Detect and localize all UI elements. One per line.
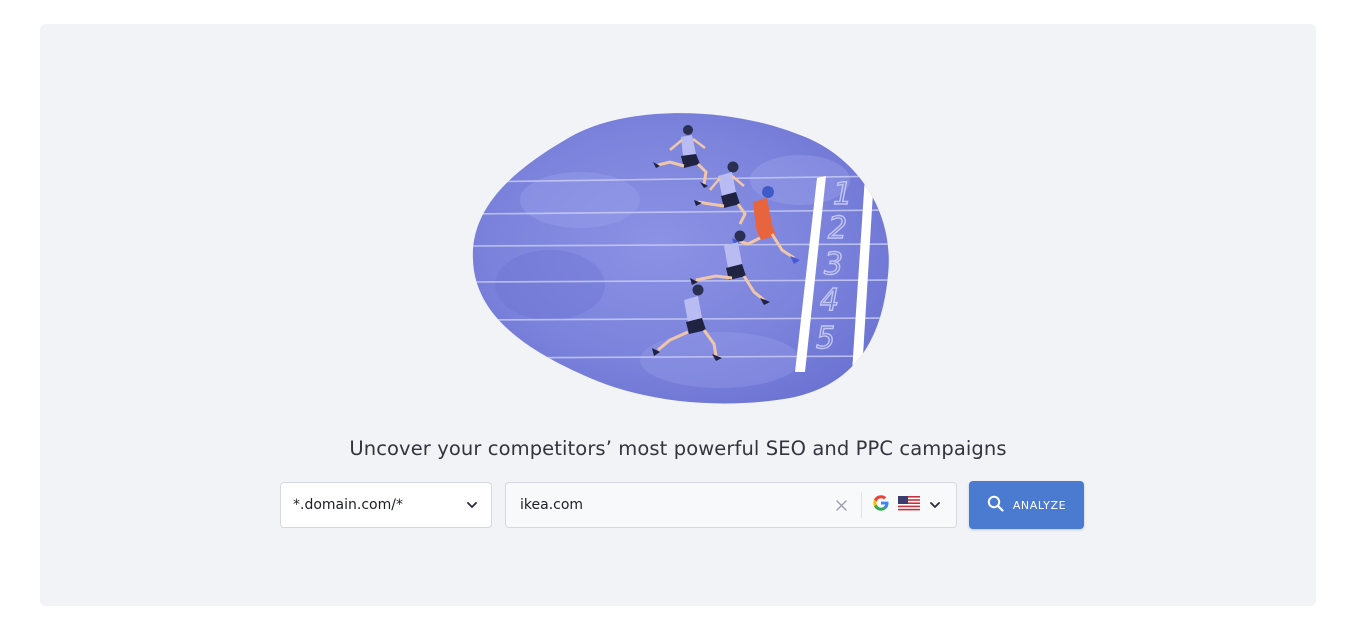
- divider: [861, 492, 862, 518]
- scope-select[interactable]: *.domain.com/*: [280, 482, 492, 528]
- search-engine-select[interactable]: [872, 494, 956, 516]
- domain-search-input[interactable]: [506, 483, 827, 527]
- lane-number-2: 2: [828, 211, 847, 246]
- google-icon: [872, 494, 890, 516]
- chevron-down-icon: [465, 498, 479, 512]
- lane-number-3: 3: [824, 247, 843, 282]
- chevron-down-icon: [928, 498, 942, 512]
- search-icon: [987, 495, 1004, 516]
- lane-number-5: 5: [816, 321, 835, 356]
- us-flag-icon: [898, 495, 920, 515]
- runners-illustration: 1 2 3 4 5: [472, 113, 889, 404]
- scope-select-value: *.domain.com/*: [293, 497, 403, 513]
- analyze-button-label: ANALYZE: [1012, 498, 1067, 512]
- analyze-button[interactable]: ANALYZE: [969, 481, 1084, 529]
- page-headline: Uncover your competitors’ most powerful …: [349, 437, 1007, 460]
- domain-search-box: [505, 482, 957, 528]
- lane-number-1: 1: [833, 177, 852, 212]
- close-icon[interactable]: [827, 491, 855, 519]
- lane-number-4: 4: [820, 283, 839, 318]
